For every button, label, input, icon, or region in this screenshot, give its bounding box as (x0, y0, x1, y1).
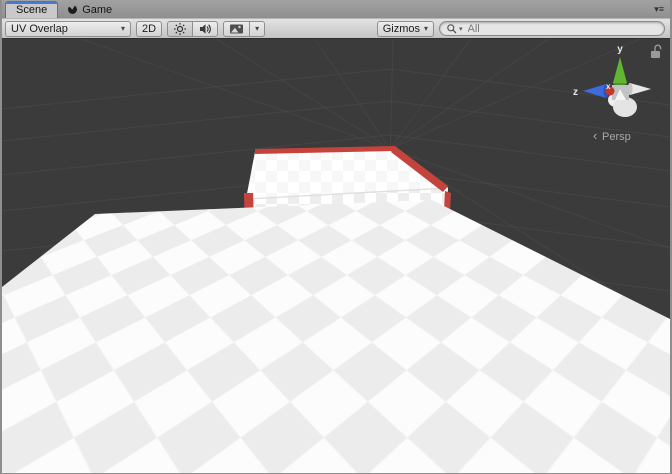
tab-game-label: Game (82, 4, 112, 16)
chevron-down-icon: ▾ (255, 24, 259, 33)
tab-scene[interactable]: Scene (5, 1, 58, 18)
scene-search-input[interactable] (466, 22, 658, 36)
tab-scene-label: Scene (16, 4, 47, 16)
sun-icon (173, 22, 187, 36)
audio-toggle-button[interactable] (193, 21, 218, 37)
gizmo-axis-z-label[interactable]: z (573, 87, 578, 98)
draw-mode-dropdown[interactable]: UV Overlap ▾ (5, 21, 131, 37)
speaker-icon (198, 22, 212, 36)
effects-dropdown-arrow[interactable]: ▾ (250, 21, 265, 37)
chevron-down-icon: ▾ (424, 24, 428, 33)
view-toggles-group (167, 21, 218, 37)
gizmo-axis-z[interactable] (583, 84, 609, 98)
persp-arrow-icon: ‹ (593, 128, 597, 143)
gizmos-label: Gizmos (383, 23, 420, 35)
gizmo-axis-y-label[interactable]: y (617, 44, 623, 55)
gizmo-axis-x[interactable]: x (606, 82, 615, 96)
scene-toolbar: UV Overlap ▾ 2D (2, 18, 670, 39)
effects-group: ▾ (223, 21, 265, 37)
view-orientation-gizmo[interactable]: x y z (573, 44, 651, 117)
cube-top-front-edge (246, 188, 448, 199)
uv-overlap-highlights (244, 146, 451, 371)
panel-menu-icon[interactable]: ▾≡ (654, 4, 670, 15)
scene-viewport[interactable]: x y z ‹ Persp (2, 39, 670, 473)
tab-bar: Scene Game ▾≡ (2, 0, 670, 18)
gizmos-dropdown[interactable]: Gizmos ▾ (377, 21, 434, 37)
projection-toggle[interactable]: ‹ Persp (593, 128, 631, 143)
gizmo-axis-right[interactable] (628, 83, 652, 95)
unlock-icon[interactable] (651, 45, 661, 58)
magnifier-icon (446, 23, 458, 35)
gizmo-axis-y[interactable] (613, 57, 627, 86)
scene-panel-window: Scene Game ▾≡ UV Overlap ▾ 2D (0, 0, 672, 474)
scene-search[interactable]: ▾ (439, 21, 665, 36)
search-filter-arrow-icon[interactable]: ▾ (459, 25, 463, 33)
draw-mode-value: UV Overlap (11, 23, 68, 35)
tab-game[interactable]: Game (58, 1, 122, 18)
gizmo-axis-x-label: x (606, 82, 611, 91)
image-icon (229, 22, 244, 36)
effects-toggle-button[interactable] (223, 21, 250, 37)
scene-overlay: x y z ‹ Persp (2, 39, 670, 473)
2d-toggle-button[interactable]: 2D (136, 21, 162, 37)
lighting-toggle-button[interactable] (167, 21, 193, 37)
chevron-down-icon: ▾ (121, 24, 125, 33)
projection-label: Persp (602, 131, 631, 143)
active-tab-accent (6, 2, 57, 4)
game-icon (68, 5, 77, 14)
